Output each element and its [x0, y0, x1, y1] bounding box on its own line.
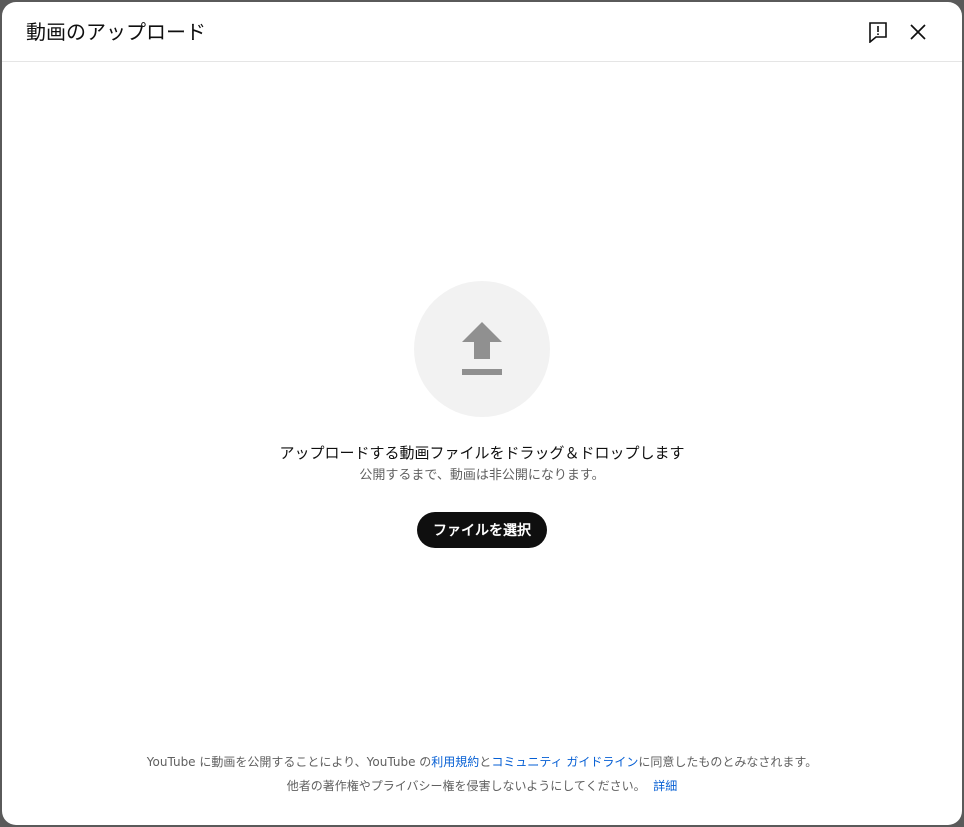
- upload-drop-target[interactable]: [414, 281, 550, 417]
- upload-dialog: 動画のアップロード アップロードする動画ファイルをドラッグ＆ドロップします 公開…: [2, 2, 962, 825]
- dialog-title: 動画のアップロード: [26, 20, 206, 44]
- feedback-icon: [869, 22, 887, 43]
- upload-area[interactable]: アップロードする動画ファイルをドラッグ＆ドロップします 公開するまで、動画は非公…: [2, 62, 962, 825]
- legal-text-suffix: に同意したものとみなされます。: [638, 755, 818, 769]
- legal-text-prefix: YouTube に動画を公開することにより、YouTube の: [146, 755, 432, 769]
- close-button[interactable]: [902, 16, 934, 48]
- close-icon: [910, 24, 926, 40]
- learn-more-link[interactable]: 詳細: [653, 779, 677, 793]
- privacy-note: 公開するまで、動画は非公開になります。: [359, 468, 605, 483]
- drop-instructions: アップロードする動画ファイルをドラッグ＆ドロップします: [279, 444, 685, 462]
- dialog-header: 動画のアップロード: [2, 2, 962, 62]
- legal-footer: YouTube に動画を公開することにより、YouTube の利用規約とコミュニ…: [2, 750, 962, 798]
- feedback-button[interactable]: [862, 16, 894, 48]
- terms-of-service-link[interactable]: 利用規約: [431, 755, 479, 769]
- select-files-button[interactable]: ファイルを選択: [417, 512, 547, 548]
- legal-text-and: と: [479, 755, 492, 769]
- legal-line-2: 他者の著作権やプライバシー権を侵害しないようにしてください。 詳細: [2, 774, 962, 798]
- upload-arrow-icon: [462, 322, 502, 375]
- copyright-note: 他者の著作権やプライバシー権を侵害しないようにしてください。: [286, 779, 646, 793]
- legal-line-1: YouTube に動画を公開することにより、YouTube の利用規約とコミュニ…: [2, 750, 962, 774]
- community-guidelines-link[interactable]: コミュニティ ガイドライン: [491, 755, 638, 769]
